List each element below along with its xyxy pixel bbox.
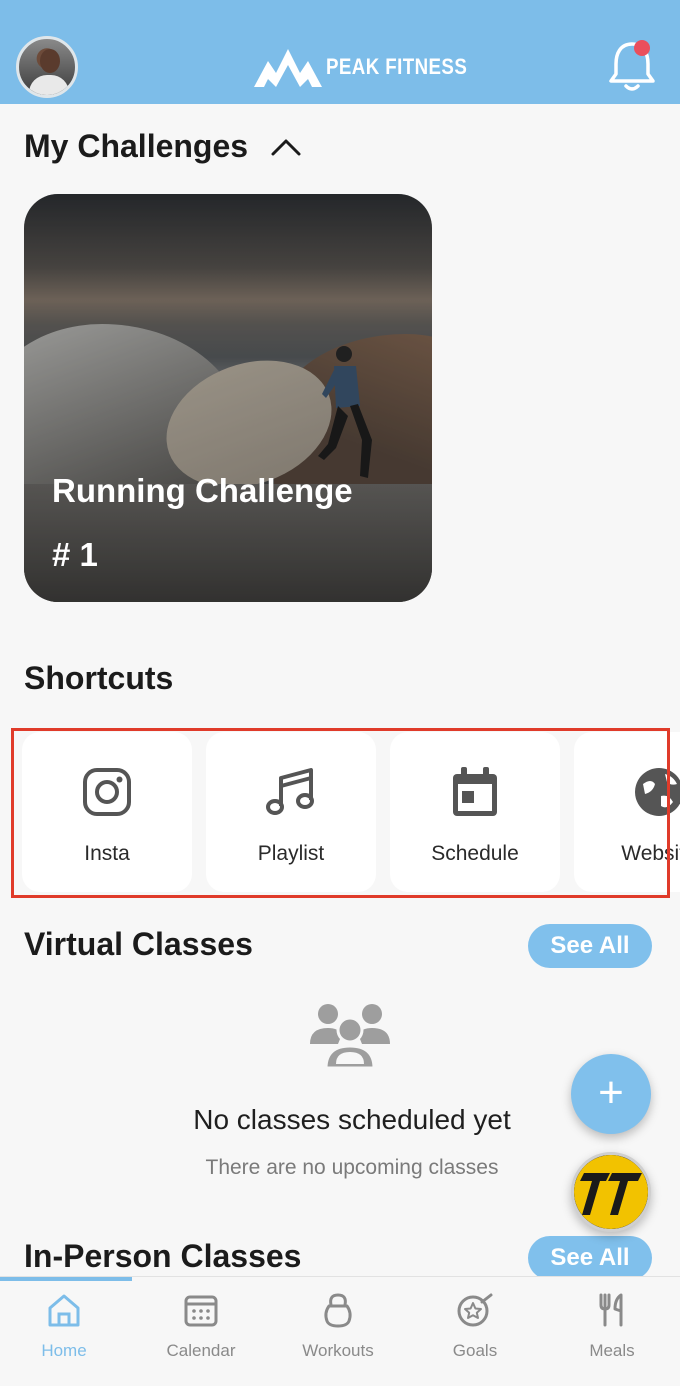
mountain-logo-icon <box>254 49 322 87</box>
user-avatar[interactable] <box>16 36 78 98</box>
challenges-title: My Challenges <box>24 128 249 164</box>
shortcut-insta[interactable]: Insta <box>22 732 192 892</box>
nav-goals[interactable]: Goals <box>407 1277 543 1386</box>
nav-label: Goals <box>452 1341 498 1360</box>
challenge-name: Running Challenge <box>52 472 353 509</box>
chevron-up-icon[interactable] <box>270 136 302 158</box>
nav-meals[interactable]: Meals <box>544 1277 680 1386</box>
nav-calendar[interactable]: Calendar <box>133 1277 269 1386</box>
brand-name: PEAK FITNESS <box>326 54 468 79</box>
shortcut-label: Website <box>621 842 680 865</box>
app-header: PEAK FITNESS <box>0 0 680 104</box>
kettlebell-icon <box>324 1293 352 1328</box>
trainerize-logo-shape <box>574 1155 648 1229</box>
nav-workouts[interactable]: Workouts <box>270 1277 406 1386</box>
shortcut-schedule[interactable]: Schedule <box>390 732 560 892</box>
calendar-icon <box>453 767 497 816</box>
nav-label: Home <box>41 1341 87 1360</box>
goal-star-icon <box>457 1293 493 1327</box>
shortcuts-title: Shortcuts <box>24 660 174 696</box>
shortcut-website[interactable]: Website <box>574 732 680 892</box>
nav-label: Meals <box>589 1341 635 1360</box>
fork-knife-icon <box>599 1293 623 1327</box>
bottom-nav: Home Calendar Workouts Goals Meals <box>0 1276 680 1386</box>
globe-icon <box>635 768 680 816</box>
shortcuts-carousel[interactable]: Insta Playlist Schedule Website <box>0 726 680 900</box>
notification-dot <box>634 40 650 56</box>
shortcut-label: Insta <box>84 842 130 865</box>
virtual-see-all-button[interactable]: See All <box>528 924 652 968</box>
shortcut-playlist[interactable]: Playlist <box>206 732 376 892</box>
in-person-see-all-button[interactable]: See All <box>528 1236 652 1280</box>
avatar-shirt <box>29 75 69 95</box>
brand-logo: PEAK FITNESS <box>254 46 492 88</box>
in-person-classes-title: In-Person Classes <box>24 1238 302 1274</box>
shortcut-label: Schedule <box>431 842 519 865</box>
home-icon <box>48 1294 80 1327</box>
challenge-card[interactable]: Running Challenge # 1 <box>24 194 432 602</box>
trainerize-logo-icon[interactable] <box>571 1152 651 1232</box>
shortcut-label: Playlist <box>257 842 325 865</box>
instagram-icon <box>83 768 131 816</box>
virtual-classes-title: Virtual Classes <box>24 926 253 962</box>
nav-label: Calendar <box>166 1341 236 1360</box>
people-group-icon <box>310 1004 390 1070</box>
add-button[interactable]: + <box>571 1054 651 1134</box>
nav-label: Workouts <box>302 1341 374 1360</box>
challenge-number: # 1 <box>52 536 98 573</box>
nav-home[interactable]: Home <box>0 1277 132 1386</box>
calendar-grid-icon <box>184 1295 218 1327</box>
avatar-head <box>40 49 60 73</box>
music-note-icon <box>266 768 314 815</box>
bell-icon[interactable] <box>606 38 658 94</box>
